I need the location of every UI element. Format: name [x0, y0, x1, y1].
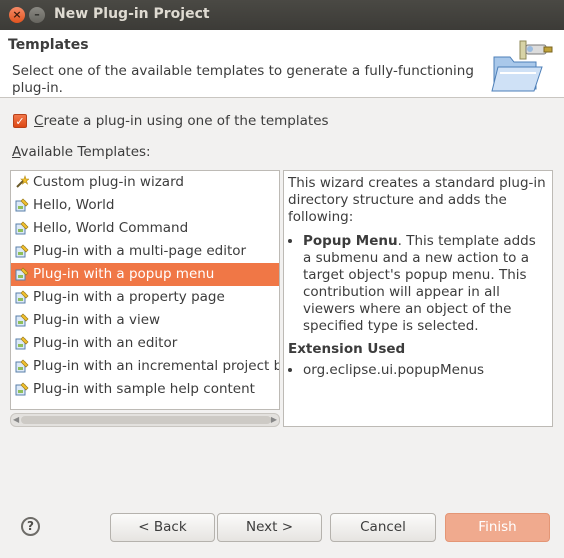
available-templates-label: Available Templates: — [12, 144, 151, 160]
extension-item: org.eclipse.ui.popupMenus — [303, 362, 548, 379]
use-template-checkbox[interactable]: ✓ — [13, 114, 27, 128]
window-title: New Plug-in Project — [54, 6, 210, 22]
scroll-left-icon[interactable]: ◀ — [13, 415, 19, 424]
back-button[interactable]: < Back — [110, 513, 215, 542]
list-item[interactable]: Hello, World — [11, 194, 279, 217]
finish-button[interactable]: Finish — [445, 513, 550, 542]
description-bullet: Popup Menu. This template adds a submenu… — [303, 233, 548, 335]
plugin-template-icon — [15, 382, 29, 396]
title-bar: × – New Plug-in Project — [0, 0, 564, 30]
templates-list[interactable]: Custom plug-in wizard Hello, World Hello… — [10, 170, 280, 410]
description-bullets: Popup Menu. This template adds a submenu… — [288, 233, 548, 335]
minimize-window-button[interactable]: – — [29, 7, 45, 23]
plugin-template-icon — [15, 244, 29, 258]
list-item[interactable]: Hello, World Command — [11, 217, 279, 240]
next-button[interactable]: Next > — [217, 513, 322, 542]
plugin-template-icon — [15, 267, 29, 281]
template-description-panel: This wizard creates a standard plug-in d… — [283, 170, 553, 427]
plugin-template-icon — [15, 313, 29, 327]
plugin-template-icon — [15, 198, 29, 212]
list-item-selected[interactable]: Plug-in with a popup menu — [11, 263, 279, 286]
plugin-template-icon — [15, 336, 29, 350]
list-item[interactable]: Plug-in with sample help content — [11, 378, 279, 401]
cancel-button[interactable]: Cancel — [330, 513, 436, 542]
use-template-option[interactable]: ✓ Create a plug-in using one of the temp… — [13, 112, 329, 130]
extension-list: org.eclipse.ui.popupMenus — [288, 362, 548, 379]
list-item[interactable]: Plug-in with a multi-page editor — [11, 240, 279, 263]
page-description: Select one of the available templates to… — [12, 63, 474, 96]
plugin-template-icon — [15, 221, 29, 235]
templates-horizontal-scrollbar[interactable]: ◀ ▶ — [10, 413, 280, 427]
list-item[interactable]: Custom plug-in wizard — [11, 171, 279, 194]
list-item[interactable]: Plug-in with an editor — [11, 332, 279, 355]
scroll-right-icon[interactable]: ▶ — [271, 415, 277, 424]
use-template-label[interactable]: Create a plug-in using one of the templa… — [34, 113, 329, 129]
custom-wizard-icon — [16, 175, 29, 188]
help-icon[interactable]: ? — [21, 517, 40, 536]
scrollbar-thumb[interactable] — [21, 416, 271, 424]
plugin-template-icon — [15, 359, 29, 373]
list-item[interactable]: Plug-in with a view — [11, 309, 279, 332]
close-window-button[interactable]: × — [9, 7, 25, 23]
description-intro: This wizard creates a standard plug-in d… — [288, 175, 546, 225]
page-title: Templates — [8, 37, 89, 53]
wizard-header: Templates Select one of the available te… — [0, 30, 564, 98]
list-item[interactable]: Plug-in with an incremental project bu — [11, 355, 279, 378]
plugin-folder-wizard-icon — [491, 40, 553, 92]
extension-heading: Extension Used — [288, 341, 406, 357]
plugin-template-icon — [15, 290, 29, 304]
list-item[interactable]: Plug-in with a property page — [11, 286, 279, 309]
